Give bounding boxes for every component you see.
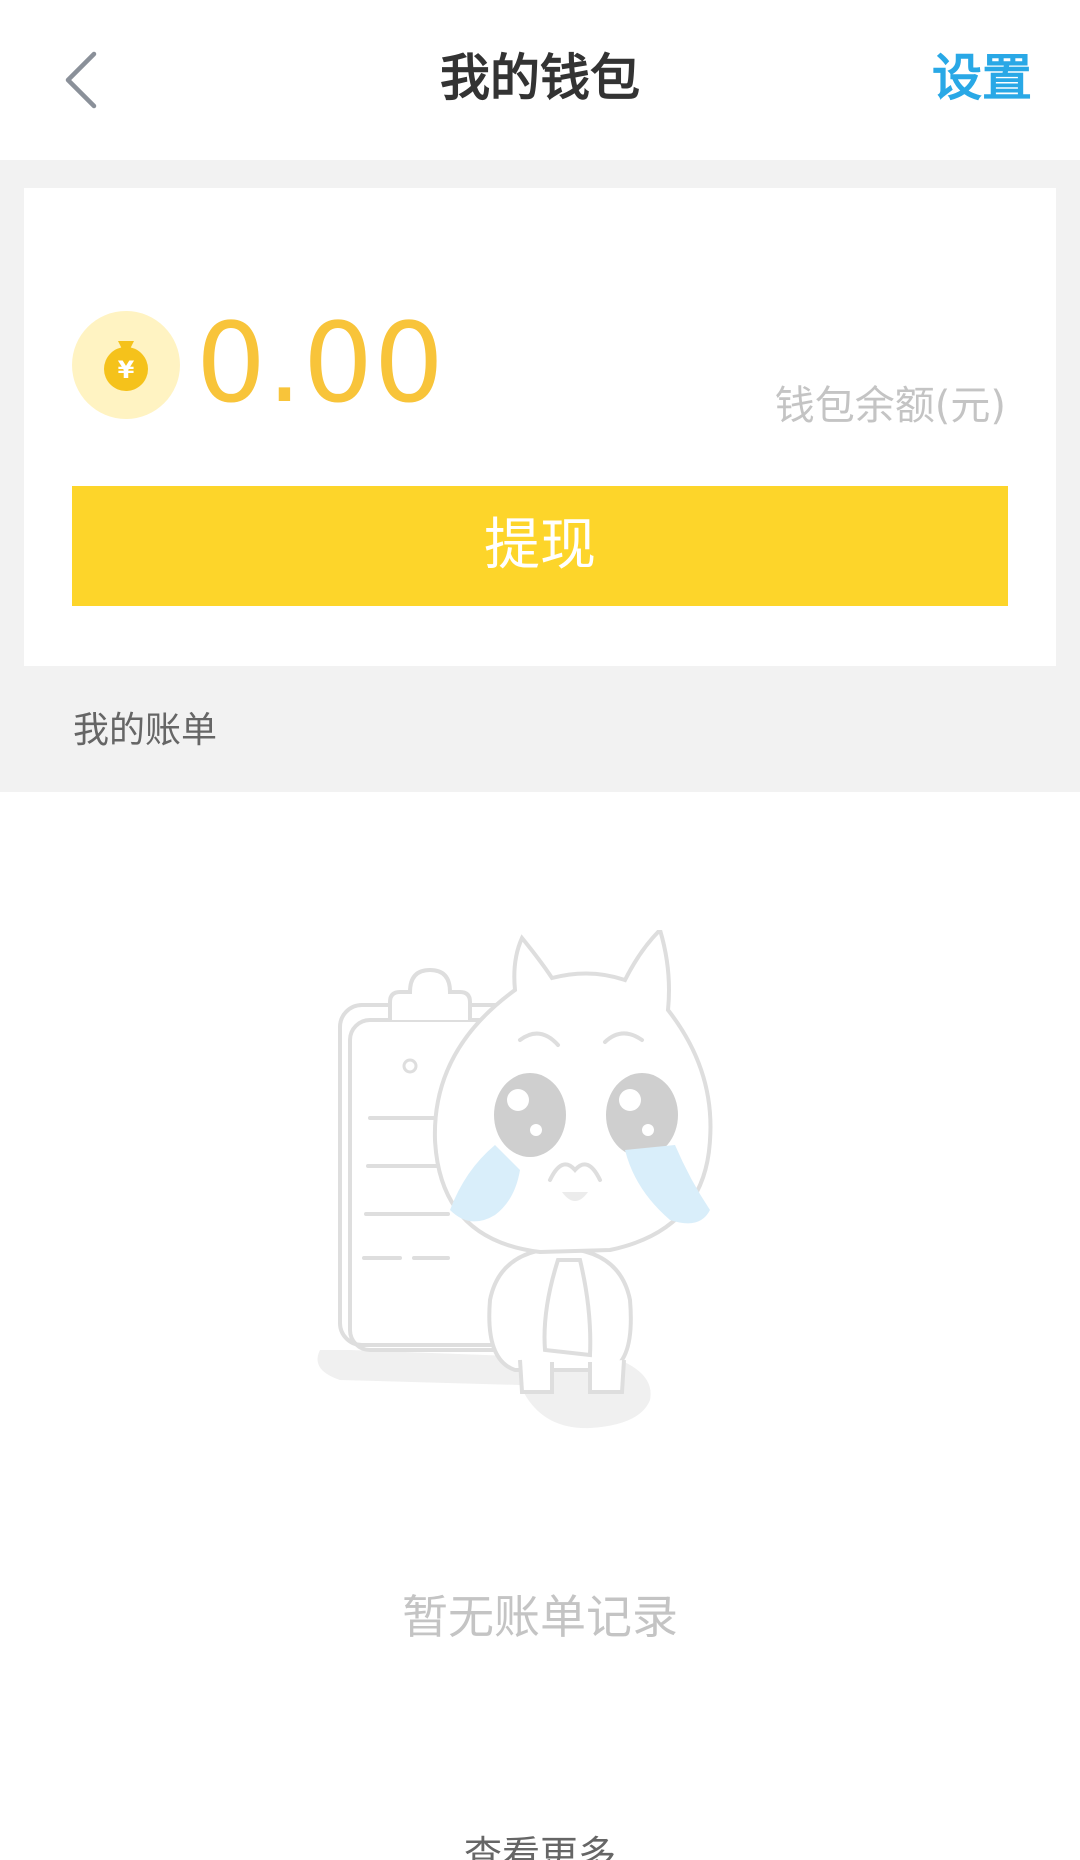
crying-mascot-clipboard-illustration xyxy=(317,930,713,1429)
settings-button[interactable]: 设置 xyxy=(932,42,1032,114)
wallet-section: ¥ 0.00 钱包余额(元) 提现 我的账单 xyxy=(0,160,1080,792)
svg-text:¥: ¥ xyxy=(118,356,135,384)
empty-state-text: 暂无账单记录 xyxy=(402,1590,678,1644)
wallet-page: 我的钱包 设置 ¥ 0.00 钱包余额(元) 提现 我的账单 暂无账单记录 查看… xyxy=(0,0,1080,1860)
chevron-left-icon xyxy=(65,51,97,109)
back-button[interactable] xyxy=(50,40,130,120)
money-bag-yuan-icon: ¥ xyxy=(72,311,180,419)
top-bar: 我的钱包 设置 xyxy=(0,0,1080,160)
balance-amount: 0.00 xyxy=(196,299,445,427)
view-more-link[interactable]: 查看更多 xyxy=(0,1828,1080,1860)
page-title: 我的钱包 xyxy=(440,49,640,107)
wallet-card: ¥ 0.00 钱包余额(元) 提现 xyxy=(24,188,1056,666)
bills-section-label: 我的账单 xyxy=(73,710,218,751)
balance-label: 钱包余额(元) xyxy=(774,383,1006,429)
withdraw-button[interactable]: 提现 xyxy=(72,486,1008,606)
